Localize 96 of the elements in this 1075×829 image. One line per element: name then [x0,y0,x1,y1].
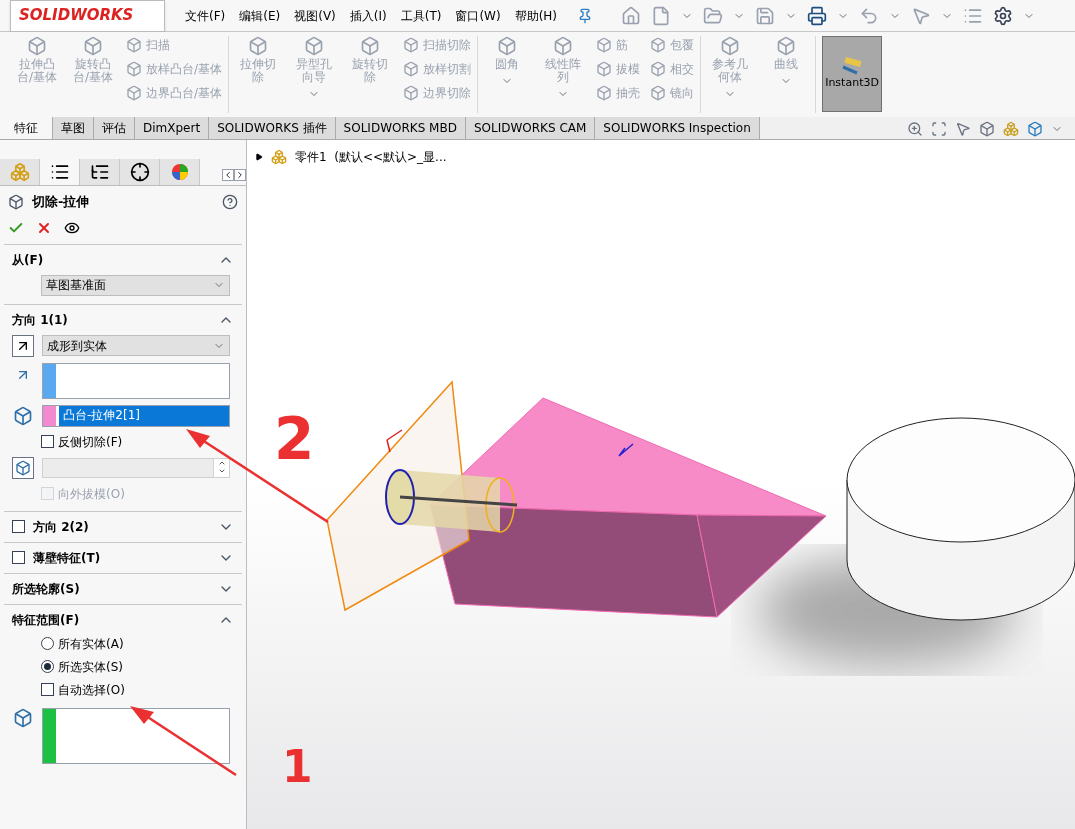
checkbox[interactable] [12,520,25,533]
save-icon[interactable] [755,5,776,26]
shape-icon [596,37,613,53]
menu-item[interactable]: 文件(F) [185,6,226,25]
body-selection-box[interactable]: 凸台-拉伸2[1] [42,404,230,427]
shape-icon [553,36,574,56]
menu-item[interactable]: 编辑(E) [239,6,281,25]
panel-tab[interactable] [80,159,120,185]
shape-icon [126,85,142,101]
direction-button[interactable] [12,334,34,357]
shape-icon [776,36,797,56]
command-tab[interactable]: 草图 [53,117,94,139]
section-title: 特征范围(F) [12,611,80,629]
draft-button[interactable] [12,456,34,479]
cut-feature-icon [8,193,24,210]
display-style-icon[interactable] [1003,121,1019,137]
shape-icon [403,37,420,53]
bodies-list-box[interactable] [42,707,230,764]
solid-body-icon [13,707,33,728]
section-title: 方向 2(2) [33,518,89,536]
new-file-icon[interactable] [651,5,672,26]
radio-label: 所有实体(A) [58,635,124,653]
printer-icon[interactable] [807,5,828,26]
expand-icon[interactable] [255,153,263,161]
app-logo: SOLIDWORKS [10,0,165,32]
settings-icon[interactable] [993,5,1014,26]
command-tab[interactable]: 评估 [94,117,135,139]
shape-icon [596,61,613,77]
home-icon[interactable] [621,5,642,26]
section-title: 方向 1(1) [12,311,68,329]
scroll-right-icon[interactable] [234,169,246,181]
command-tab[interactable]: 特征 [0,117,53,139]
checkbox-label: 反侧切除(F) [58,433,123,451]
command-tab[interactable]: SOLIDWORKS MBD [335,117,466,139]
radio-button[interactable] [41,660,54,673]
section-view-icon[interactable] [979,121,995,137]
menu-item[interactable]: 插入(I) [349,6,387,25]
shape-icon [720,36,741,56]
color-wheel-icon [170,163,189,181]
instant3d-button[interactable]: Instant3D [822,36,883,112]
checkbox-label: 自动选择(O) [58,681,125,699]
panel-tab[interactable] [120,159,160,185]
shape-icon [403,85,420,101]
feature-tree-root[interactable]: 零件1 (默认<<默认>_显... [295,148,447,166]
shape-icon [27,36,47,56]
shape-icon [126,37,142,53]
command-tab[interactable]: SOLIDWORKS 插件 [209,117,336,139]
shape-icon [403,61,420,77]
help-icon[interactable] [222,193,238,210]
view-tool-icon[interactable] [955,121,971,137]
panel-title: 切除-拉伸 [32,193,90,211]
annotation-number: 1 [282,745,313,789]
direction-selection-box[interactable] [42,362,230,399]
section-title: 从(F) [12,251,44,269]
shape-icon [650,37,667,53]
checkbox[interactable] [41,683,54,696]
view-orientation-icon[interactable] [1027,121,1043,137]
command-tab[interactable]: DimXpert [135,117,210,139]
menu-item[interactable]: 帮助(H) [514,6,558,25]
section-title: 所选轮廓(S) [12,580,80,598]
menu-item[interactable]: 窗口(W) [455,6,501,25]
cube-icon [15,459,31,476]
shape-icon [126,61,142,77]
menu-item[interactable]: 工具(T) [400,6,442,25]
shape-icon [248,36,269,56]
part-icon [9,162,30,182]
shape-icon [650,61,667,77]
start-condition-select[interactable]: 草图基准面 [41,274,230,296]
list-icon [49,162,70,182]
part-icon [271,149,287,165]
shape-icon [596,85,613,101]
shape-icon [650,85,667,101]
draft-angle-field[interactable] [42,457,230,478]
tree-icon [89,162,110,182]
scroll-left-icon[interactable] [222,169,234,181]
zoom-icon[interactable] [907,121,923,137]
command-tab[interactable]: SOLIDWORKS CAM [465,117,596,139]
solid-body-icon [13,405,33,426]
ruler-icon [841,56,864,75]
checkbox[interactable] [12,551,25,564]
shape-icon [304,36,325,56]
menu-item[interactable]: 视图(V) [294,6,336,25]
zoom-area-icon[interactable] [931,121,947,137]
crosshair-icon [129,162,150,182]
end-condition-select[interactable]: 成形到实体 [42,335,230,356]
section-title: 薄壁特征(T) [33,549,101,567]
shape-icon [360,36,381,56]
checkbox[interactable] [41,435,54,448]
radio-label: 所选实体(S) [58,658,123,676]
shape-icon [497,36,518,56]
radio-button[interactable] [41,637,54,650]
annotation-number: 2 [274,410,315,468]
checkbox-label: 向外拔模(O) [58,485,125,503]
shape-icon [83,36,103,56]
command-tab[interactable]: SOLIDWORKS Inspection [595,117,760,139]
folder-icon[interactable] [703,5,724,26]
